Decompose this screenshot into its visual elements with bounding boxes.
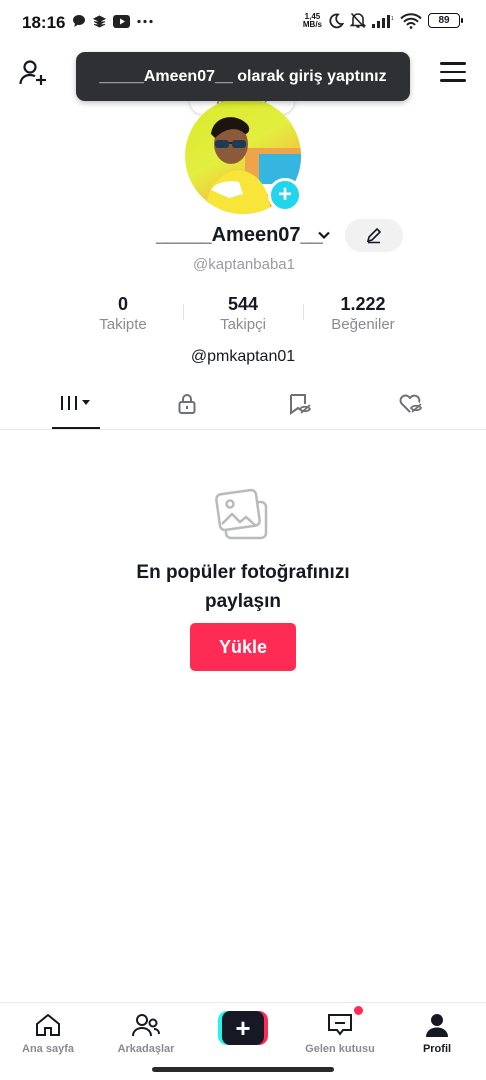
empty-title-line1: En popüler fotoğrafınızı <box>136 562 350 583</box>
pencil-icon <box>366 227 382 243</box>
username[interactable]: _____Ameen07__ <box>156 224 323 247</box>
nav-friends[interactable]: Arkadaşlar <box>101 1011 191 1055</box>
wifi-icon <box>400 12 422 29</box>
profile-icon <box>426 1014 448 1037</box>
profile-stats: 0 Takipte 544 Takipçi 1.222 Beğeniler <box>0 294 486 340</box>
tab-saved[interactable] <box>276 386 324 429</box>
stat-divider <box>303 304 304 320</box>
username-row: _____Ameen07__ <box>0 224 486 250</box>
nav-label: Ana sayfa <box>22 1043 74 1055</box>
moon-icon <box>329 13 344 28</box>
youtube-icon <box>113 14 130 28</box>
menu-icon[interactable] <box>440 62 466 84</box>
nav-inbox[interactable]: Gelen kutusu <box>295 1011 385 1055</box>
create-plus-icon: + <box>222 1011 264 1045</box>
status-bar: 18:16 1,45 MB/s 1 89 <box>0 0 486 46</box>
create-button[interactable]: + <box>218 1011 268 1045</box>
stat-divider <box>183 304 184 320</box>
nav-home[interactable]: Ana sayfa <box>3 1011 93 1055</box>
login-toast: _____Ameen07__ olarak giriş yaptınız <box>76 52 410 101</box>
chevron-down-icon[interactable] <box>316 227 332 243</box>
grid-icon <box>61 396 90 410</box>
home-icon <box>36 1013 60 1036</box>
chat-bubble-icon <box>73 15 85 27</box>
stat-label: Beğeniler <box>331 316 395 333</box>
upload-button[interactable]: Yükle <box>190 623 296 671</box>
status-right-icons: 1,45 MB/s 1 89 <box>302 12 463 29</box>
profile-tabs <box>0 386 486 430</box>
stat-label: Takipte <box>99 316 147 333</box>
add-friend-icon[interactable] <box>18 58 48 88</box>
heart-eye-icon <box>399 394 423 413</box>
profile-bio[interactable]: @pmkaptan01 <box>0 348 486 366</box>
nav-label: Arkadaşlar <box>117 1043 175 1055</box>
status-left-icons <box>72 14 153 28</box>
tab-videos[interactable] <box>52 386 100 429</box>
stat-label: Takipçi <box>220 316 266 333</box>
bookmark-eye-icon <box>290 394 312 415</box>
stat-value: 544 <box>227 294 259 314</box>
home-indicator[interactable] <box>152 1067 334 1072</box>
bell-off-icon <box>350 12 366 29</box>
tab-private[interactable] <box>163 386 211 429</box>
stat-following[interactable]: 0 Takipte <box>68 294 178 333</box>
nav-label: Profil <box>422 1043 452 1055</box>
battery-icon: 89 <box>428 13 463 28</box>
empty-state-title: En popüler fotoğrafınızı paylaşın <box>0 558 486 616</box>
edit-profile-button[interactable] <box>345 219 403 252</box>
nav-label: Gelen kutusu <box>305 1043 375 1055</box>
network-speed: 1,45 MB/s <box>302 12 322 29</box>
stat-likes[interactable]: 1.222 Beğeniler <box>308 294 418 333</box>
friends-icon <box>132 1014 160 1037</box>
inbox-notification-dot <box>354 1006 363 1015</box>
stat-value: 1.222 <box>340 294 386 314</box>
stat-value: 0 <box>117 294 128 314</box>
more-dots-icon <box>137 19 153 23</box>
photos-icon <box>215 488 268 540</box>
speed-unit: MB/s <box>302 19 322 29</box>
nav-profile[interactable]: Profil <box>392 1011 482 1055</box>
empty-title-line2: paylaşın <box>204 591 282 612</box>
lock-icon <box>178 394 196 414</box>
layers-icon <box>93 14 106 28</box>
add-story-button[interactable]: + <box>268 178 302 212</box>
signal-icon: 1 <box>372 14 394 28</box>
status-time: 18:16 <box>22 13 66 32</box>
svg-text:1: 1 <box>391 16 394 22</box>
tab-liked[interactable] <box>387 386 435 429</box>
inbox-icon <box>328 1014 352 1036</box>
profile-handle: @kaptanbaba1 <box>193 256 295 273</box>
stat-followers[interactable]: 544 Takipçi <box>188 294 298 333</box>
